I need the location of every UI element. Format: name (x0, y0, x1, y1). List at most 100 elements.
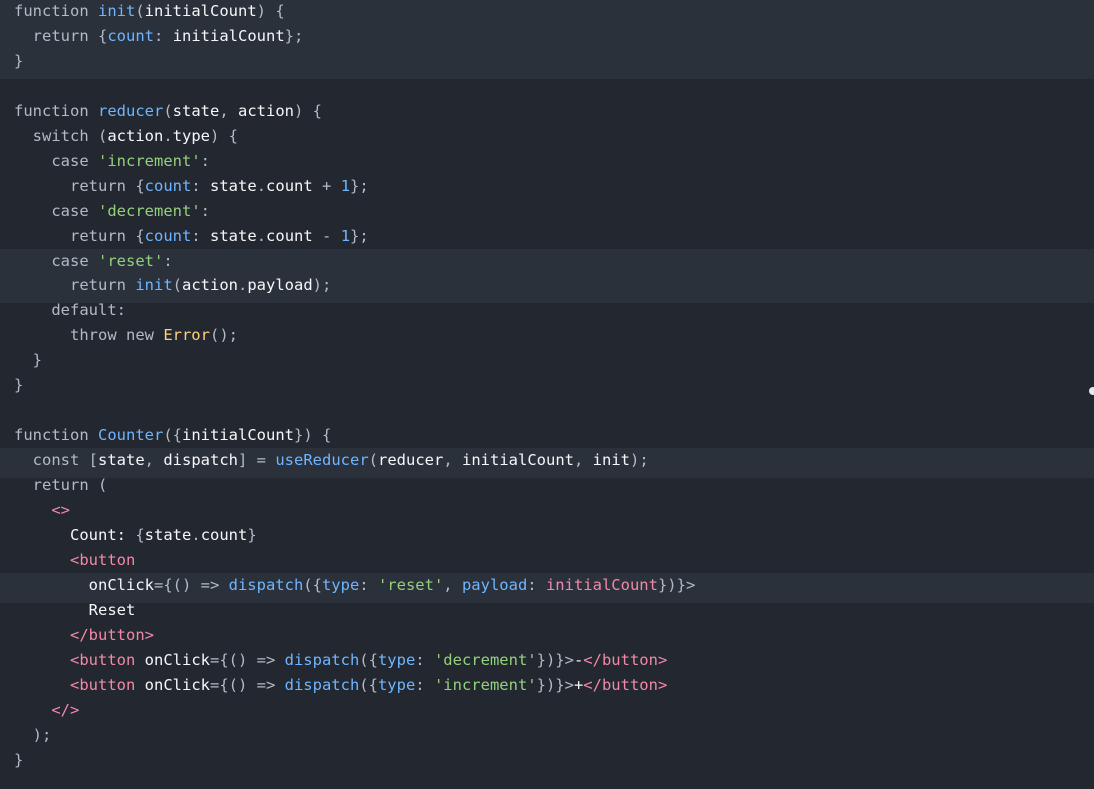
code-line[interactable]: ); (0, 723, 1094, 748)
code-token: state (144, 525, 192, 544)
code-line[interactable]: return ( (0, 473, 1094, 498)
code-token: onClick (144, 675, 210, 694)
code-token: ); (14, 725, 52, 744)
code-line[interactable]: } (0, 49, 1094, 74)
code-token: : (415, 675, 434, 694)
code-token: ( (98, 476, 108, 495)
code-token: <> (14, 501, 70, 519)
code-token: case (14, 251, 98, 270)
code-line[interactable]: function init(initialCount) { (0, 0, 1094, 24)
code-token: } (14, 750, 24, 769)
code-token: dispatch (228, 575, 304, 594)
code-token: : (191, 226, 211, 245)
code-token: { (98, 26, 108, 45)
code-token: onClick (144, 650, 210, 669)
code-token: reducer (378, 451, 444, 470)
code-token: })}> (657, 575, 696, 594)
code-line[interactable]: Count: {state.count} (0, 523, 1094, 548)
code-token: ( (135, 2, 145, 20)
code-token: return (14, 176, 136, 195)
code-line[interactable]: </> (0, 698, 1094, 723)
code-line[interactable]: return init(action.payload); (0, 273, 1094, 298)
code-token: switch (14, 126, 98, 145)
code-token: count (200, 525, 248, 544)
code-line[interactable]: <> (0, 498, 1094, 523)
code-token: 'increment' (98, 151, 201, 170)
code-token: ={() => (209, 650, 285, 669)
code-token: type (377, 650, 416, 669)
code-token: (); (209, 326, 238, 345)
code-token: 1 (340, 226, 351, 245)
code-token: init (135, 276, 173, 295)
code-line[interactable]: throw new Error(); (0, 323, 1094, 348)
code-token: })}> (536, 650, 574, 669)
code-line[interactable]: case 'increment': (0, 149, 1094, 174)
code-line[interactable]: const [state, dispatch] = useReducer(red… (0, 448, 1094, 473)
code-token: type (172, 126, 211, 145)
code-line[interactable]: return {count: initialCount}; (0, 24, 1094, 49)
code-line[interactable]: onClick={() => dispatch({type: 'reset', … (0, 573, 1094, 598)
code-token: count (266, 176, 323, 195)
code-line[interactable]: case 'decrement': (0, 199, 1094, 224)
code-token: ={() => (153, 575, 229, 594)
code-token: ={() => (209, 675, 285, 694)
code-token: , (144, 451, 164, 470)
code-line[interactable]: return {count: state.count + 1}; (0, 174, 1094, 199)
code-line[interactable]: <button (0, 548, 1094, 573)
code-token: ( (163, 101, 173, 120)
code-token: action (238, 101, 295, 120)
scroll-handle[interactable] (1089, 387, 1094, 395)
code-line[interactable]: <button onClick={() => dispatch({type: '… (0, 648, 1094, 673)
code-token: </button> (14, 625, 154, 644)
code-line[interactable]: <button onClick={() => dispatch({type: '… (0, 673, 1094, 698)
code-token: + (322, 176, 341, 195)
code-line[interactable]: </button> (0, 623, 1094, 648)
code-token: { (135, 176, 145, 195)
code-line[interactable]: } (0, 348, 1094, 373)
code-token: : (154, 26, 173, 45)
code-token: init (592, 451, 630, 470)
code-token: return (14, 476, 98, 495)
code-token: 'reset' (377, 575, 444, 594)
code-line[interactable]: switch (action.type) { (0, 124, 1094, 149)
code-line[interactable]: } (0, 748, 1094, 773)
code-token: function (14, 101, 98, 120)
code-token: }; (350, 226, 369, 245)
code-token: type (321, 575, 360, 594)
code-token: count (144, 226, 192, 245)
code-token: 'decrement' (433, 650, 537, 669)
code-token: </> (14, 700, 80, 719)
code-token: - (322, 226, 341, 245)
code-line[interactable]: case 'reset': (0, 249, 1094, 274)
code-token: </button> (583, 675, 668, 694)
code-token: } (247, 525, 257, 544)
code-token: { (135, 525, 145, 544)
code-line[interactable]: function reducer(state, action) { (0, 99, 1094, 124)
code-token: function (14, 2, 98, 20)
code-token: . (256, 226, 267, 245)
code-line[interactable] (0, 74, 1094, 99)
code-token: onClick (14, 575, 154, 594)
code-token: dispatch (284, 650, 360, 669)
code-line[interactable] (0, 398, 1094, 423)
code-token: ); (629, 451, 649, 470)
code-line[interactable]: default: (0, 298, 1094, 323)
code-token: case (14, 201, 98, 220)
code-token: : (116, 301, 126, 320)
code-token: function (14, 426, 98, 445)
code-editor[interactable]: function init(initialCount) { return {co… (0, 0, 1094, 789)
code-line[interactable]: } (0, 373, 1094, 398)
code-token: - (573, 650, 584, 669)
code-token: state (172, 101, 220, 120)
code-line[interactable]: Reset (0, 598, 1094, 623)
code-line[interactable]: return {count: state.count - 1}; (0, 224, 1094, 249)
code-token: <button (14, 650, 145, 669)
code-token: count (107, 26, 155, 45)
code-token: useReducer (275, 451, 369, 470)
code-token: . (163, 126, 173, 145)
code-token: : (359, 575, 378, 594)
code-token: action (107, 126, 164, 145)
code-line[interactable]: function Counter({initialCount}) { (0, 423, 1094, 448)
code-token: Counter (98, 426, 164, 445)
code-token: , (573, 451, 593, 470)
